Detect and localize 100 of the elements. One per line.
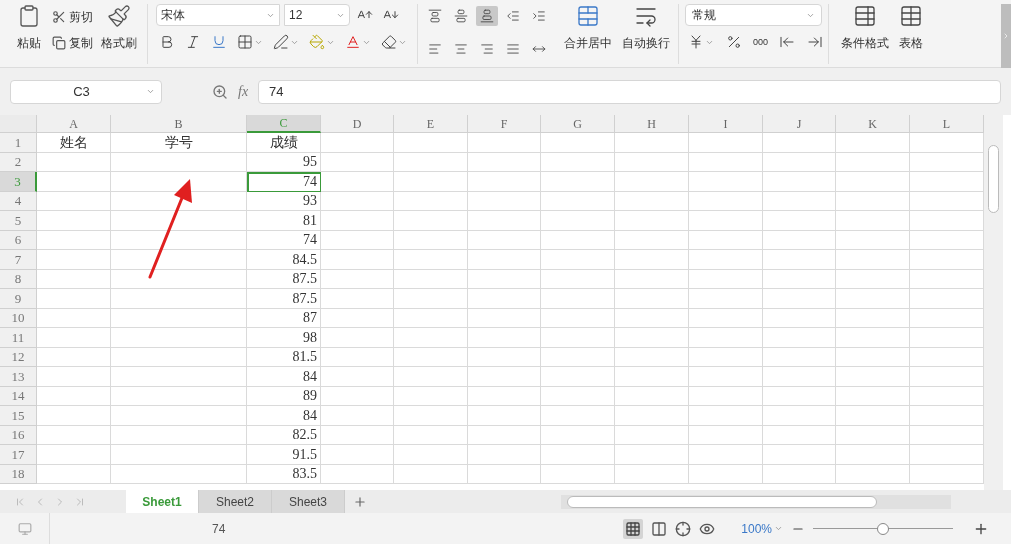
scissors-icon bbox=[52, 10, 66, 24]
horizontal-scrollbar[interactable] bbox=[561, 494, 951, 509]
align-icon bbox=[428, 42, 442, 56]
normal-view-button[interactable] bbox=[623, 518, 644, 539]
table-cell: 74 bbox=[247, 230, 321, 250]
sheet-tab[interactable]: Sheet1 bbox=[126, 490, 199, 513]
table-cell: 98 bbox=[247, 328, 321, 348]
table-cell: 成绩 bbox=[247, 133, 321, 153]
cell-style-icon bbox=[273, 34, 289, 50]
bold-icon bbox=[159, 34, 175, 50]
column-header[interactable]: E bbox=[394, 115, 468, 133]
page-break-view-icon[interactable] bbox=[651, 520, 668, 537]
table-cell: 84.5 bbox=[247, 250, 321, 270]
monitor-icon[interactable] bbox=[17, 521, 32, 536]
font-name-field[interactable]: 宋体 bbox=[156, 4, 280, 26]
align-icon bbox=[480, 9, 494, 23]
column-header[interactable]: H bbox=[615, 115, 689, 133]
merge-cells-icon bbox=[576, 4, 600, 28]
table-cell: 84 bbox=[247, 406, 321, 426]
table-cell: 89 bbox=[247, 386, 321, 406]
table-icon bbox=[899, 4, 923, 28]
column-header[interactable]: J bbox=[763, 115, 836, 133]
align-icon bbox=[454, 9, 468, 23]
align-icon bbox=[532, 9, 546, 23]
table-style-button[interactable]: 表格 bbox=[899, 4, 923, 64]
row-header[interactable]: 1 bbox=[0, 133, 37, 153]
zoom-slider[interactable] bbox=[813, 522, 953, 535]
table-cell: 81 bbox=[247, 211, 321, 231]
table-cell: 74 bbox=[247, 172, 321, 192]
format-painter-button[interactable]: 格式刷 bbox=[99, 4, 139, 64]
align-button[interactable] bbox=[476, 6, 498, 26]
row-header[interactable]: 5 bbox=[0, 211, 37, 231]
row-header[interactable]: 3 bbox=[0, 172, 37, 192]
row-header[interactable]: 9 bbox=[0, 289, 37, 309]
wrap-text-button[interactable]: 自动换行 bbox=[622, 4, 670, 64]
table-cell: 93 bbox=[247, 191, 321, 211]
merge-center-button[interactable]: 合并居中 bbox=[564, 4, 612, 64]
column-header[interactable]: G bbox=[541, 115, 615, 133]
column-header[interactable]: I bbox=[689, 115, 763, 133]
conditional-format-button[interactable]: 条件格式 bbox=[841, 4, 889, 64]
italic-icon bbox=[185, 34, 201, 50]
last-sheet-icon[interactable] bbox=[74, 495, 86, 508]
column-header[interactable]: F bbox=[468, 115, 541, 133]
table-cell: 87.5 bbox=[247, 289, 321, 309]
row-header[interactable]: 15 bbox=[0, 406, 37, 426]
column-header[interactable]: L bbox=[910, 115, 984, 133]
font-size-field[interactable]: 12 bbox=[284, 4, 350, 26]
align-icon bbox=[480, 42, 494, 56]
chevron-right-icon bbox=[1002, 32, 1010, 40]
paste-button[interactable]: 粘贴 bbox=[12, 4, 46, 64]
border-icon bbox=[237, 34, 253, 50]
table-cell: 81.5 bbox=[247, 347, 321, 367]
name-box[interactable]: C3 bbox=[10, 79, 162, 104]
paintbrush-icon bbox=[107, 4, 131, 28]
underline-icon bbox=[211, 34, 227, 50]
align-icon bbox=[506, 9, 520, 23]
slider-thumb[interactable] bbox=[877, 522, 889, 535]
increase-decimal-icon bbox=[779, 34, 796, 50]
currency-icon bbox=[688, 34, 704, 50]
scrollbar-thumb[interactable] bbox=[988, 145, 999, 213]
add-sheet-icon[interactable] bbox=[353, 494, 367, 509]
table-cell: 82.5 bbox=[247, 425, 321, 445]
vertical-scrollbar[interactable] bbox=[984, 115, 1003, 490]
sheet-tab[interactable]: Sheet2 bbox=[199, 490, 272, 513]
thousands-button[interactable]: 000 bbox=[751, 37, 771, 47]
caret-icon bbox=[146, 87, 155, 96]
column-header[interactable]: C bbox=[247, 115, 321, 133]
row-header[interactable]: 11 bbox=[0, 328, 37, 348]
first-sheet-icon[interactable] bbox=[14, 495, 26, 508]
clipboard-icon bbox=[17, 4, 41, 28]
table-cell: 87.5 bbox=[247, 269, 321, 289]
zoom-icon[interactable] bbox=[212, 83, 228, 100]
align-icon bbox=[454, 42, 468, 56]
column-header[interactable]: B bbox=[111, 115, 247, 133]
align-icon bbox=[506, 42, 520, 56]
copy-icon bbox=[52, 36, 66, 50]
cut-button[interactable]: 剪切 bbox=[52, 8, 93, 26]
table-cell: 91.5 bbox=[247, 445, 321, 465]
column-header[interactable]: D bbox=[321, 115, 394, 133]
decrease-decimal-icon bbox=[807, 34, 824, 50]
sheet-tab[interactable]: Sheet3 bbox=[272, 490, 345, 513]
copy-button[interactable]: 复制 bbox=[52, 34, 93, 52]
row-header[interactable]: 17 bbox=[0, 445, 37, 465]
scrollbar-thumb[interactable] bbox=[567, 495, 877, 508]
table-cell: 87 bbox=[247, 308, 321, 328]
column-header[interactable]: K bbox=[836, 115, 910, 133]
reading-mode-icon[interactable] bbox=[675, 520, 692, 537]
percent-icon bbox=[726, 34, 742, 50]
grid-icon bbox=[625, 520, 642, 537]
fill-color-icon bbox=[309, 34, 325, 50]
number-format-field[interactable]: 常规 bbox=[685, 4, 822, 26]
eraser-icon bbox=[381, 34, 397, 50]
formula-field[interactable]: 74 bbox=[258, 79, 1001, 104]
column-header[interactable]: A bbox=[37, 115, 111, 133]
zoom-level-button[interactable]: 100% bbox=[741, 519, 783, 538]
row-header[interactable]: 13 bbox=[0, 367, 37, 387]
function-icon[interactable]: fx bbox=[238, 81, 249, 102]
status-value: 74 bbox=[212, 520, 226, 538]
row-header[interactable]: 7 bbox=[0, 250, 37, 270]
table-cell: 95 bbox=[247, 152, 321, 172]
